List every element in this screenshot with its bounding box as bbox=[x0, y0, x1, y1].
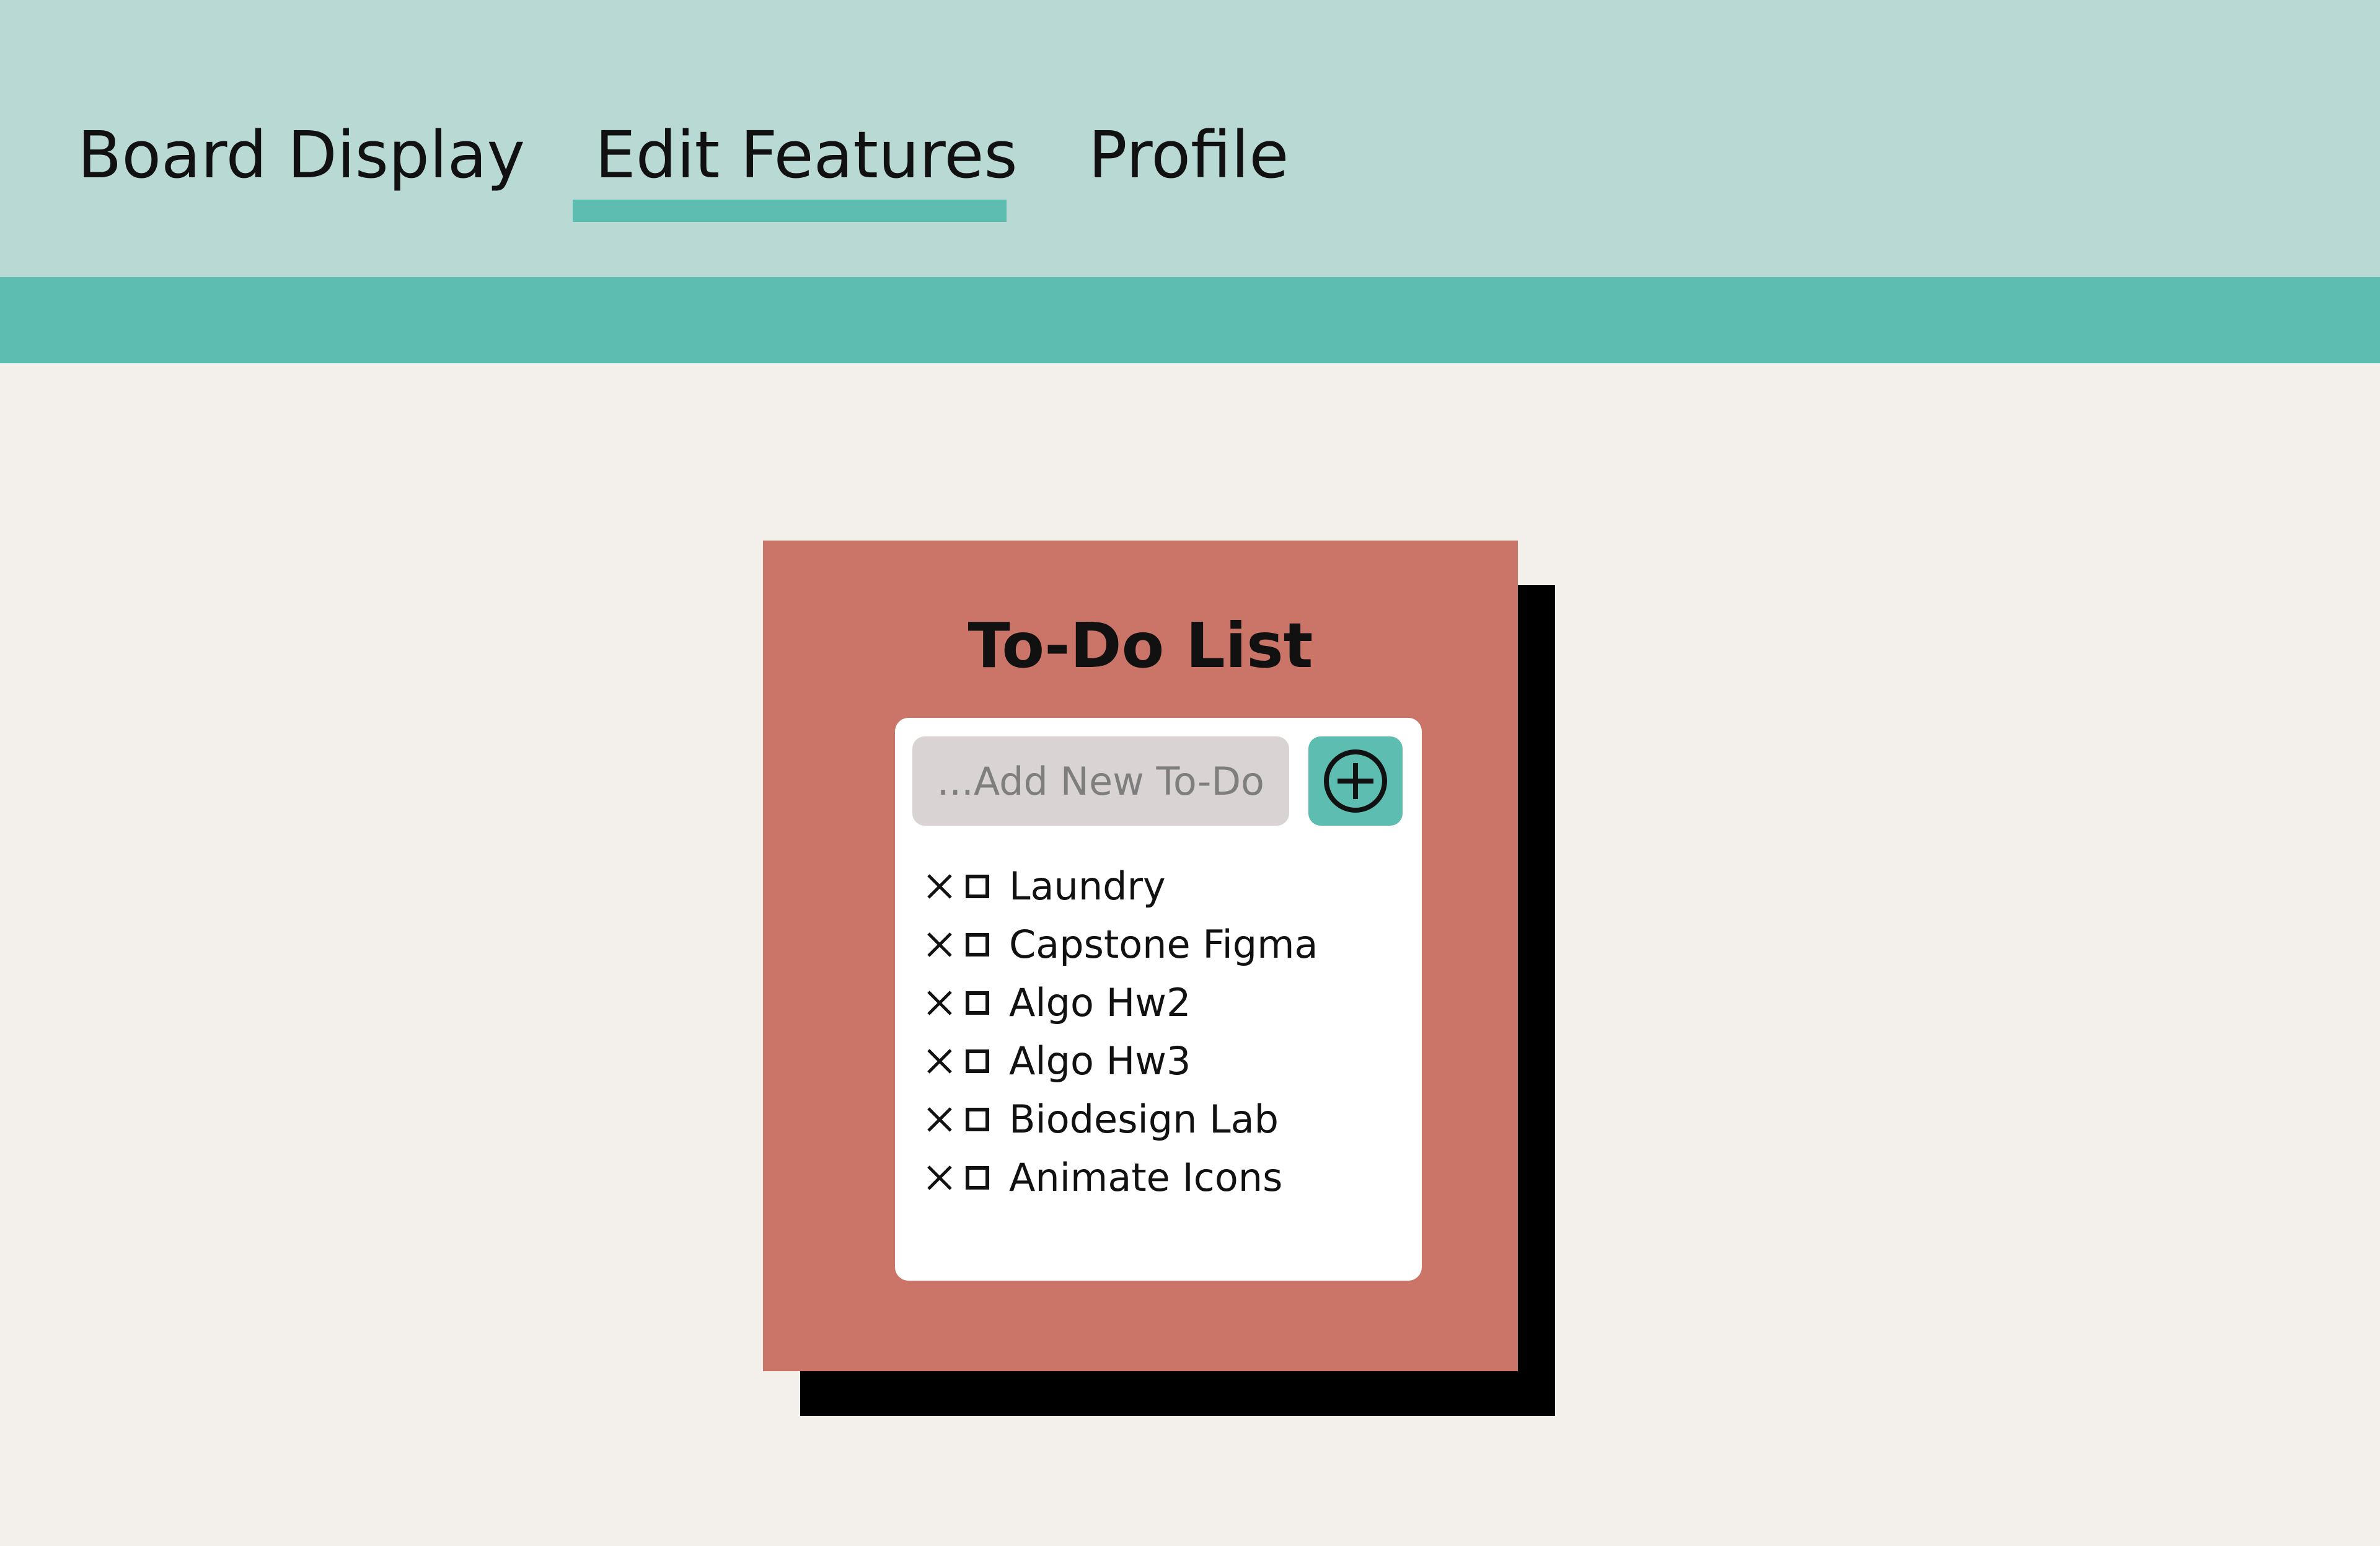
todo-checkbox[interactable] bbox=[966, 1108, 989, 1131]
todo-list: Laundry Capstone Figma Algo Hw2 Algo Hw3 bbox=[926, 857, 1318, 1207]
close-icon[interactable] bbox=[926, 1106, 953, 1133]
tab-edit-features[interactable]: Edit Features bbox=[595, 118, 1018, 192]
todo-item: Laundry bbox=[926, 857, 1318, 916]
todo-label: Animate Icons bbox=[1009, 1155, 1283, 1200]
tab-board-display[interactable]: Board Display bbox=[77, 118, 525, 192]
todo-label: Biodesign Lab bbox=[1009, 1097, 1279, 1142]
close-icon[interactable] bbox=[926, 931, 953, 958]
todo-item: Biodesign Lab bbox=[926, 1090, 1318, 1149]
add-todo-input[interactable] bbox=[912, 736, 1289, 826]
todo-item: Animate Icons bbox=[926, 1149, 1318, 1207]
tab-profile[interactable]: Profile bbox=[1088, 118, 1289, 192]
nav-accent-bar bbox=[0, 277, 2380, 363]
close-icon[interactable] bbox=[926, 1164, 953, 1191]
close-icon[interactable] bbox=[926, 989, 953, 1017]
todo-item: Algo Hw2 bbox=[926, 974, 1318, 1032]
todo-checkbox[interactable] bbox=[966, 875, 989, 898]
todo-item: Capstone Figma bbox=[926, 916, 1318, 974]
todo-label: Laundry bbox=[1009, 864, 1166, 909]
todo-checkbox[interactable] bbox=[966, 1166, 989, 1190]
todo-card: To-Do List Laundry Capstone Figma bbox=[763, 541, 1518, 1371]
close-icon[interactable] bbox=[926, 873, 953, 900]
todo-label: Algo Hw2 bbox=[1009, 980, 1191, 1025]
add-todo-button[interactable] bbox=[1308, 736, 1403, 826]
top-nav: Board Display Edit Features Profile bbox=[0, 0, 2380, 277]
todo-checkbox[interactable] bbox=[966, 991, 989, 1015]
todo-label: Capstone Figma bbox=[1009, 922, 1318, 967]
todo-card-title: To-Do List bbox=[967, 609, 1313, 682]
todo-item: Algo Hw3 bbox=[926, 1032, 1318, 1090]
todo-checkbox[interactable] bbox=[966, 1049, 989, 1073]
plus-circle-icon bbox=[1324, 749, 1387, 813]
todo-checkbox[interactable] bbox=[966, 933, 989, 956]
todo-label: Algo Hw3 bbox=[1009, 1038, 1191, 1084]
close-icon[interactable] bbox=[926, 1048, 953, 1075]
active-tab-indicator bbox=[573, 200, 1007, 222]
todo-panel: Laundry Capstone Figma Algo Hw2 Algo Hw3 bbox=[895, 718, 1422, 1281]
